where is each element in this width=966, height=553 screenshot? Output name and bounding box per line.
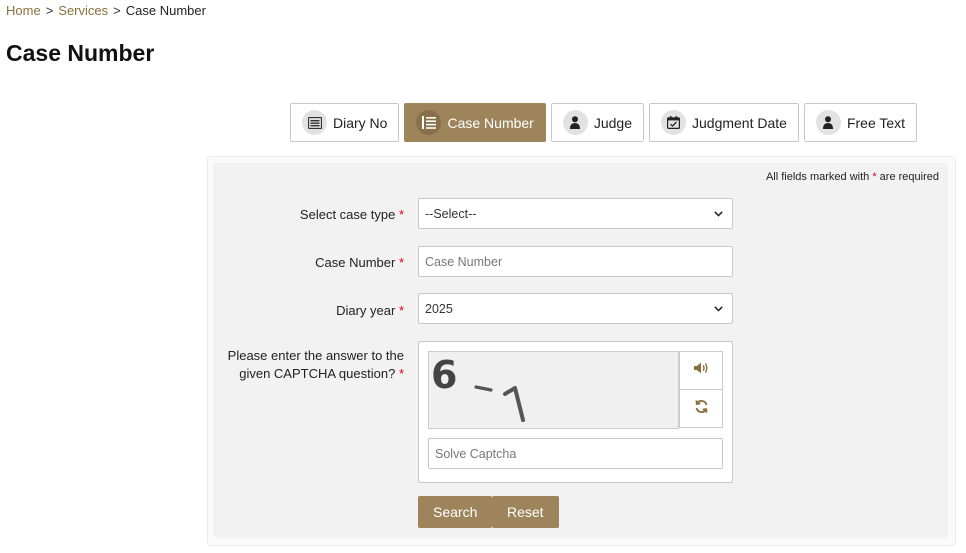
person-icon	[815, 110, 841, 135]
chevron-down-icon	[714, 208, 723, 220]
diary-year-select[interactable]: 2025	[418, 293, 733, 324]
required-star: *	[398, 255, 404, 270]
required-star: *	[872, 171, 877, 183]
case-type-label: Select case type *	[299, 207, 404, 222]
breadcrumb: Home > Services > Case Number	[6, 3, 206, 18]
tab-label: Case Number	[447, 114, 534, 131]
required-star: *	[398, 366, 404, 381]
breadcrumb-services-link[interactable]: Services	[58, 3, 108, 18]
tab-label: Judgment Date	[692, 114, 787, 131]
case-type-selected-value: --Select--	[425, 206, 477, 221]
case-number-label: Case Number *	[315, 255, 404, 270]
required-note-text: All fields marked with	[765, 171, 870, 183]
person-icon	[562, 110, 588, 135]
tab-judge[interactable]: Judge	[550, 103, 644, 142]
breadcrumb-separator: >	[45, 3, 54, 18]
search-button[interactable]: Search	[418, 496, 493, 528]
chevron-down-icon	[714, 303, 723, 315]
captcha-answer-input[interactable]	[428, 438, 723, 469]
required-star: *	[398, 207, 404, 222]
diary-year-label: Diary year *	[336, 303, 404, 318]
breadcrumb-home-link[interactable]: Home	[6, 3, 41, 18]
reset-button[interactable]: Reset	[492, 496, 559, 528]
page-title: Case Number	[6, 40, 155, 66]
tab-label: Judge	[593, 114, 632, 131]
diary-icon	[302, 110, 327, 135]
tab-diary-no[interactable]: Diary No	[290, 103, 400, 142]
breadcrumb-current: Case Number	[125, 3, 206, 18]
tab-case-number[interactable]: Case Number	[404, 103, 546, 142]
case-number-input[interactable]	[418, 246, 733, 277]
tab-label: Free Text	[846, 114, 906, 131]
captcha-image: 6	[428, 351, 679, 429]
search-tabs: Diary No Case Number Judge Judgment Date…	[290, 103, 922, 142]
tab-free-text[interactable]: Free Text	[803, 103, 918, 142]
tab-label: Diary No	[333, 114, 388, 131]
speaker-icon	[693, 361, 709, 380]
list-icon	[416, 110, 442, 135]
diary-year-selected-value: 2025	[425, 301, 453, 316]
case-type-select[interactable]: --Select--	[418, 198, 733, 229]
refresh-icon	[694, 399, 709, 419]
breadcrumb-separator: >	[113, 3, 121, 18]
required-note-text: are required	[879, 171, 939, 183]
tab-judgment-date[interactable]: Judgment Date	[649, 103, 799, 142]
svg-text:6: 6	[431, 353, 457, 397]
required-star: *	[398, 303, 404, 318]
captcha-audio-button[interactable]	[679, 351, 723, 390]
captcha-label: Please enter the answer to the given CAP…	[227, 348, 404, 381]
calendar-icon	[661, 110, 686, 135]
required-fields-note: All fields marked with * are required	[766, 171, 939, 183]
captcha-refresh-button[interactable]	[679, 389, 723, 428]
